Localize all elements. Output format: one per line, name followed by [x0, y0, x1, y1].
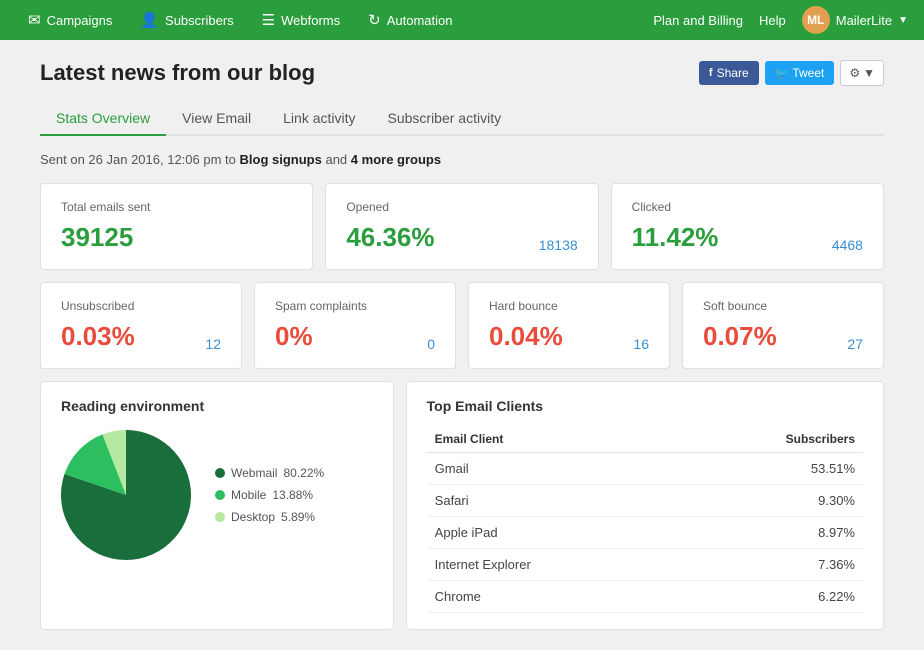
nav-webforms[interactable]: ☰ Webforms: [250, 0, 352, 40]
desktop-dot: [215, 512, 225, 522]
client-name: Gmail: [427, 453, 675, 485]
stat-count: 27: [847, 336, 863, 352]
stat-label: Spam complaints: [275, 299, 435, 313]
tab-stats-overview[interactable]: Stats Overview: [40, 102, 166, 136]
stat-count: 16: [633, 336, 649, 352]
help-link[interactable]: Help: [759, 13, 786, 28]
table-row: Gmail53.51%: [427, 453, 863, 485]
plan-billing-link[interactable]: Plan and Billing: [653, 13, 743, 28]
tweet-button[interactable]: 🐦 Tweet: [765, 61, 835, 85]
client-subscribers: 53.51%: [674, 453, 863, 485]
stat-count: 4468: [832, 237, 863, 253]
profile-name: MailerLite: [836, 13, 892, 28]
email-clients-card: Top Email Clients Email Client Subscribe…: [406, 381, 884, 630]
email-clients-table: Email Client Subscribers Gmail53.51%Safa…: [427, 426, 863, 613]
nav-campaigns[interactable]: ✉ Campaigns: [16, 0, 124, 40]
client-name: Safari: [427, 485, 675, 517]
table-row: Safari9.30%: [427, 485, 863, 517]
reading-env-title: Reading environment: [61, 398, 373, 414]
stat-opened: Opened 46.36% 18138: [325, 183, 598, 270]
stat-value: 39125: [61, 222, 133, 253]
tab-view-email[interactable]: View Email: [166, 102, 267, 136]
stat-label: Opened: [346, 200, 577, 214]
profile-caret-icon: ▼: [898, 15, 908, 26]
stat-value: 11.42%: [632, 222, 719, 253]
stat-label: Hard bounce: [489, 299, 649, 313]
stat-total-emails: Total emails sent 39125: [40, 183, 313, 270]
pie-chart: [61, 430, 191, 560]
stat-count: 0: [427, 336, 435, 352]
stat-hard-bounce: Hard bounce 0.04% 16: [468, 282, 670, 369]
bottom-row: Reading environment Webmail 80.22% Mobil…: [40, 381, 884, 630]
nav-automation[interactable]: ↻ Automation: [356, 0, 464, 40]
header-actions: f Share 🐦 Tweet ⚙ ▼: [699, 60, 884, 86]
stat-label: Unsubscribed: [61, 299, 221, 313]
stat-soft-bounce: Soft bounce 0.07% 27: [682, 282, 884, 369]
stat-label: Clicked: [632, 200, 863, 214]
stat-label: Total emails sent: [61, 200, 292, 214]
table-row: Apple iPad8.97%: [427, 517, 863, 549]
automation-icon: ↻: [368, 11, 381, 29]
stats-row-1: Total emails sent 39125 Opened 46.36% 18…: [40, 183, 884, 270]
reading-env-card: Reading environment Webmail 80.22% Mobil…: [40, 381, 394, 630]
col-client-header: Email Client: [427, 426, 675, 453]
client-subscribers: 8.97%: [674, 517, 863, 549]
stat-value: 46.36%: [346, 222, 434, 253]
client-subscribers: 6.22%: [674, 581, 863, 613]
nav-subscribers[interactable]: 👤 Subscribers: [128, 0, 245, 40]
stat-clicked: Clicked 11.42% 4468: [611, 183, 884, 270]
stat-label: Soft bounce: [703, 299, 863, 313]
client-subscribers: 7.36%: [674, 549, 863, 581]
gear-icon: ⚙: [849, 66, 860, 80]
tab-link-activity[interactable]: Link activity: [267, 102, 371, 136]
legend-mobile: Mobile 13.88%: [215, 488, 324, 502]
tab-bar: Stats Overview View Email Link activity …: [40, 102, 884, 136]
page-title: Latest news from our blog: [40, 60, 315, 86]
client-name: Internet Explorer: [427, 549, 675, 581]
avatar: ML: [802, 6, 830, 34]
stat-count: 18138: [539, 237, 578, 253]
col-subscribers-header: Subscribers: [674, 426, 863, 453]
tab-subscriber-activity[interactable]: Subscriber activity: [372, 102, 518, 136]
legend-webmail: Webmail 80.22%: [215, 466, 324, 480]
email-clients-title: Top Email Clients: [427, 398, 863, 414]
stat-value: 0.04%: [489, 321, 563, 352]
legend-desktop: Desktop 5.89%: [215, 510, 324, 524]
client-name: Chrome: [427, 581, 675, 613]
webforms-icon: ☰: [262, 11, 275, 29]
pie-legend: Webmail 80.22% Mobile 13.88% Desktop 5.8…: [215, 466, 324, 524]
facebook-icon: f: [709, 67, 713, 79]
stat-unsubscribed: Unsubscribed 0.03% 12: [40, 282, 242, 369]
twitter-icon: 🐦: [775, 67, 789, 80]
campaigns-icon: ✉: [28, 11, 41, 29]
sent-info: Sent on 26 Jan 2016, 12:06 pm to Blog si…: [40, 152, 884, 167]
table-row: Chrome6.22%: [427, 581, 863, 613]
share-button[interactable]: f Share: [699, 61, 759, 85]
client-subscribers: 9.30%: [674, 485, 863, 517]
webmail-dot: [215, 468, 225, 478]
stat-count: 12: [205, 336, 221, 352]
stat-spam: Spam complaints 0% 0: [254, 282, 456, 369]
subscribers-icon: 👤: [140, 11, 159, 29]
client-name: Apple iPad: [427, 517, 675, 549]
table-row: Internet Explorer7.36%: [427, 549, 863, 581]
mobile-dot: [215, 490, 225, 500]
stat-value: 0%: [275, 321, 313, 352]
settings-button[interactable]: ⚙ ▼: [840, 60, 884, 86]
stats-row-2: Unsubscribed 0.03% 12 Spam complaints 0%…: [40, 282, 884, 369]
stat-value: 0.07%: [703, 321, 777, 352]
stat-value: 0.03%: [61, 321, 135, 352]
profile-menu[interactable]: ML MailerLite ▼: [802, 6, 908, 34]
settings-caret-icon: ▼: [863, 66, 875, 80]
